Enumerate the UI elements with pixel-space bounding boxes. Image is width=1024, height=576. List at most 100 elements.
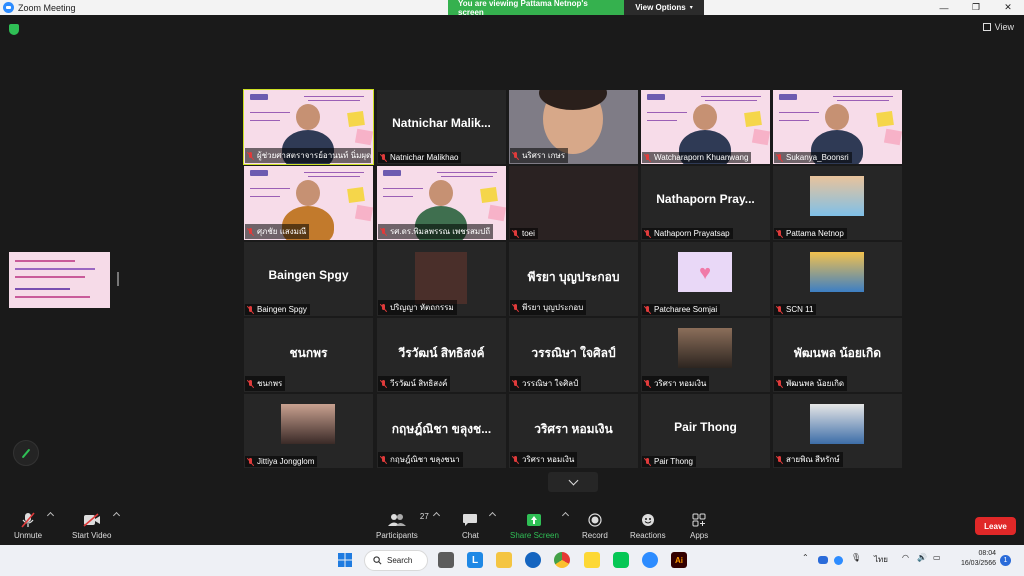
- file-explorer-icon[interactable]: [496, 552, 512, 568]
- participant-tile[interactable]: Baingen Spgy Baingen Spgy: [244, 242, 373, 316]
- participant-tile[interactable]: SCN 11: [773, 242, 902, 316]
- participant-tile[interactable]: ศุภชัย แสงมณี: [244, 166, 373, 240]
- window-controls: — ❐ ✕: [928, 0, 1024, 15]
- input-language[interactable]: ไทย: [874, 553, 888, 566]
- participant-nameplate: วริศรา หอมเงิน: [510, 452, 578, 467]
- slide-logo: [647, 94, 665, 100]
- record-button[interactable]: Record: [582, 512, 608, 540]
- search-label: Search: [387, 556, 413, 565]
- participant-tile[interactable]: Sukanya_Boonsri: [773, 90, 902, 164]
- microphone-icon[interactable]: 🎙: [851, 553, 861, 562]
- slide-line: [441, 176, 493, 177]
- line-app-icon[interactable]: [613, 552, 629, 568]
- unmute-button[interactable]: Unmute: [14, 512, 42, 540]
- system-clock[interactable]: 08:04 16/03/2566: [950, 549, 996, 569]
- participant-tile[interactable]: นริศรา เกษร: [509, 90, 638, 164]
- onedrive-icon[interactable]: [818, 556, 828, 564]
- participant-tile[interactable]: รศ.ดร.พิมลพรรณ เพชรสมปถี: [377, 166, 506, 240]
- shield-icon[interactable]: [9, 24, 19, 35]
- participant-tile[interactable]: พัฒนพล น้อยเกิด พัฒนพล น้อยเกิด: [773, 318, 902, 392]
- battery-icon[interactable]: ▭: [933, 553, 941, 562]
- task-view-icon[interactable]: [438, 552, 454, 568]
- zoom-taskbar-icon[interactable]: [642, 552, 658, 568]
- participant-tile[interactable]: toei: [509, 166, 638, 240]
- audio-options-caret[interactable]: [46, 511, 55, 520]
- participant-name: Watcharaporn Khuanwang: [654, 153, 749, 162]
- edge-browser-icon[interactable]: [525, 552, 541, 568]
- participant-tile[interactable]: ปริญญา หัตถกรรม: [377, 242, 506, 316]
- chrome-browser-icon[interactable]: [554, 552, 570, 568]
- participant-tile[interactable]: Jittiya Jongglom: [244, 394, 373, 468]
- participant-tile[interactable]: สายพิณ สีหรักษ์: [773, 394, 902, 468]
- mic-muted-icon: [247, 227, 254, 236]
- participant-nameplate: พัฒนพล น้อยเกิด: [774, 376, 848, 391]
- participant-tile[interactable]: ♥ Patcharee Somjai: [641, 242, 770, 316]
- participant-nameplate: นริศรา เกษร: [510, 148, 569, 163]
- chat-button[interactable]: Chat: [462, 512, 479, 540]
- participant-tile[interactable]: Natnichar Malik... Natnichar Malikhao: [377, 90, 506, 164]
- apps-button[interactable]: Apps: [690, 512, 708, 540]
- windows-start-icon[interactable]: [337, 552, 353, 568]
- participants-button[interactable]: 27 Participants: [376, 512, 429, 540]
- maximize-button[interactable]: ❐: [960, 0, 992, 15]
- participant-nameplate: ชนกพร: [245, 376, 286, 391]
- app-l-icon[interactable]: L: [467, 552, 483, 568]
- participant-nameplate: Patcharee Somjai: [642, 304, 721, 315]
- sticky-notes-icon[interactable]: [584, 552, 600, 568]
- restore-icon: ❐: [971, 2, 981, 12]
- participant-tile[interactable]: วริศรา หอมเงิน วริศรา หอมเงิน: [509, 394, 638, 468]
- tray-overflow-icon[interactable]: ⌃: [802, 553, 809, 562]
- mic-muted-icon: [247, 305, 254, 314]
- participant-tile[interactable]: ชนกพร ชนกพร: [244, 318, 373, 392]
- start-video-button[interactable]: Start Video: [72, 512, 111, 540]
- volume-icon[interactable]: 🔊: [917, 553, 927, 562]
- participant-display-name: พีรยา บุญประกอบ: [527, 270, 620, 284]
- chevron-down-icon: [568, 475, 578, 485]
- next-page-button[interactable]: [548, 472, 598, 492]
- minimize-button[interactable]: —: [928, 0, 960, 15]
- taskbar-search[interactable]: Search: [364, 550, 428, 571]
- heart-icon: ♥: [699, 262, 711, 284]
- participant-name: รศ.ดร.พิมลพรรณ เพชรสมปถี: [390, 227, 491, 236]
- participant-tile[interactable]: Pair Thong Pair Thong: [641, 394, 770, 468]
- zoom-tray-icon[interactable]: [834, 556, 843, 565]
- slide-line: [250, 188, 290, 189]
- share-screen-button[interactable]: Share Screen: [510, 512, 559, 540]
- thumbnail-resize-handle[interactable]: [117, 272, 119, 286]
- sticky-note: [354, 128, 373, 146]
- view-options-button[interactable]: View Options ▾: [624, 0, 704, 15]
- slide-logo: [250, 94, 268, 100]
- participant-tile[interactable]: กฤษฎ์ณิชา ขลุงช... กฤษฎ์ณิชา ขลุงชนา: [377, 394, 506, 468]
- participants-count: 27: [419, 512, 429, 521]
- participant-tile[interactable]: พีรยา บุญประกอบ พีรยา บุญประกอบ: [509, 242, 638, 316]
- participant-tile[interactable]: ผู้ช่วยศาสตราจารย์อานนท์ นิ่มผุด: [243, 89, 374, 165]
- view-button[interactable]: View: [982, 22, 1014, 32]
- participant-tile[interactable]: Nathaporn Pray... Nathaporn Prayatsap: [641, 166, 770, 240]
- shared-screen-thumbnail[interactable]: [9, 252, 110, 308]
- participant-tile[interactable]: วริศรา หอมเงิน: [641, 318, 770, 392]
- participant-display-name: พัฒนพล น้อยเกิด: [793, 346, 882, 360]
- participant-tile[interactable]: Pattama Netnop: [773, 166, 902, 240]
- reactions-button[interactable]: Reactions: [630, 512, 666, 540]
- illustrator-icon[interactable]: Ai: [671, 552, 687, 568]
- wifi-icon[interactable]: ◠: [902, 553, 909, 562]
- leave-button[interactable]: Leave: [975, 517, 1016, 535]
- share-options-caret[interactable]: [561, 511, 570, 520]
- notification-badge[interactable]: 1: [1000, 555, 1011, 566]
- participant-name: นริศรา เกษร: [522, 151, 566, 160]
- participant-head: [429, 180, 453, 206]
- slide-line: [705, 100, 757, 101]
- participants-options-caret[interactable]: [432, 511, 441, 520]
- participant-tile[interactable]: วรรณิษา ใจศิลป์ วรรณิษา ใจศิลป์: [509, 318, 638, 392]
- participant-tile[interactable]: Watcharaporn Khuanwang: [641, 90, 770, 164]
- close-button[interactable]: ✕: [992, 0, 1024, 15]
- annotate-pencil-icon[interactable]: [13, 440, 39, 466]
- slide-line: [250, 112, 290, 113]
- slide-line: [647, 112, 687, 113]
- video-options-caret[interactable]: [112, 511, 121, 520]
- participant-tile[interactable]: วีรวัฒน์ สิทธิสงค์ วีรวัฒน์ สิทธิสงค์: [377, 318, 506, 392]
- slide-line: [383, 196, 413, 197]
- chat-options-caret[interactable]: [488, 511, 497, 520]
- participant-head: [296, 104, 320, 130]
- slide-line: [779, 112, 819, 113]
